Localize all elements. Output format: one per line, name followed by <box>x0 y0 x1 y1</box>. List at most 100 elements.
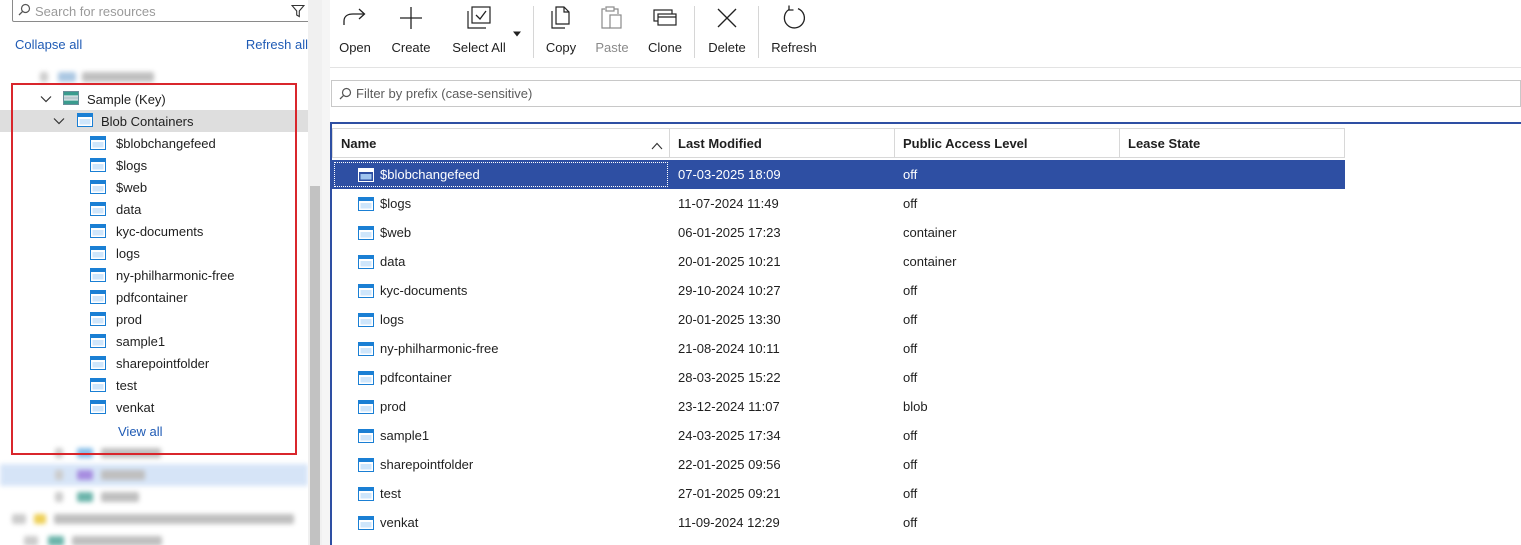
scrollbar-thumb[interactable] <box>310 186 320 545</box>
paste-button[interactable]: Paste <box>594 0 630 62</box>
tree-item-container[interactable]: $logs <box>0 154 308 176</box>
select-all-button[interactable]: Select All <box>448 0 510 62</box>
tree-item-blob-containers[interactable]: Blob Containers <box>0 110 308 132</box>
table-row[interactable]: venkat 11-09-2024 12:29 off <box>332 508 1345 537</box>
view-all-row: View all <box>0 420 308 442</box>
tree-item-container[interactable]: sharepointfolder <box>0 352 308 374</box>
tree-item-label: test <box>116 377 137 393</box>
column-header-label: Last Modified <box>678 135 762 151</box>
cell-lease-state <box>1120 508 1345 537</box>
tree-item-blurred[interactable] <box>0 66 308 88</box>
prefix-filter-box[interactable] <box>331 80 1521 107</box>
toolbar-separator <box>758 6 759 58</box>
copy-button[interactable]: Copy <box>543 0 579 62</box>
table-row[interactable]: logs 20-01-2025 13:30 off <box>332 305 1345 334</box>
cell-name-text: $logs <box>380 196 412 211</box>
search-icon <box>334 87 356 100</box>
table-row[interactable]: $web 06-01-2025 17:23 container <box>332 218 1345 247</box>
chevron-down-icon[interactable] <box>52 114 66 128</box>
table-row[interactable]: prod 23-12-2024 11:07 blob <box>332 392 1345 421</box>
delete-button[interactable]: Delete <box>706 0 748 62</box>
explorer-scrollbar[interactable] <box>308 0 322 545</box>
tree-item-container[interactable]: $blobchangefeed <box>0 132 308 154</box>
select-all-label: Select All <box>452 40 506 55</box>
cell-name-text: kyc-documents <box>380 283 468 298</box>
tree-item-label: venkat <box>116 399 155 415</box>
prefix-filter-input[interactable] <box>356 86 1520 101</box>
cell-lease-state <box>1120 479 1345 508</box>
cell-public-access: off <box>903 486 918 501</box>
clone-button[interactable]: Clone <box>644 0 686 62</box>
blob-container-icon <box>90 202 106 216</box>
containers-grid: Name Last Modified Public Access Level L… <box>330 122 1521 545</box>
cell-public-access: off <box>903 283 918 298</box>
blob-container-icon <box>90 136 106 150</box>
tree-item-label: $logs <box>116 157 148 173</box>
table-row[interactable]: $logs 11-07-2024 11:49 off <box>332 189 1345 218</box>
table-row[interactable]: kyc-documents 29-10-2024 10:27 off <box>332 276 1345 305</box>
tree-item-label: $blobchangefeed <box>116 135 216 151</box>
table-row[interactable]: test 27-01-2025 09:21 off <box>332 479 1345 508</box>
table-row[interactable]: pdfcontainer 28-03-2025 15:22 off <box>332 363 1345 392</box>
tree-item-container[interactable]: ny-philharmonic-free <box>0 264 308 286</box>
cell-name: sharepointfolder <box>332 450 670 479</box>
view-all-link[interactable]: View all <box>118 424 163 439</box>
filter-funnel-icon[interactable] <box>287 0 309 18</box>
clone-icon <box>653 0 677 36</box>
resource-search-input[interactable] <box>35 0 287 19</box>
tree-item-blurred[interactable] <box>0 486 308 508</box>
create-label: Create <box>391 40 431 55</box>
cell-last-modified: 07-03-2025 18:09 <box>678 167 781 182</box>
cell-name-text: logs <box>380 312 404 327</box>
cell-public-access: off <box>903 341 918 356</box>
tree-item-label: sharepointfolder <box>116 355 210 371</box>
resource-search-box[interactable] <box>12 0 310 22</box>
cell-last-modified: 22-01-2025 09:56 <box>678 457 781 472</box>
table-row[interactable]: sharepointfolder 22-01-2025 09:56 off <box>332 450 1345 479</box>
tree-item-container[interactable]: venkat <box>0 396 308 418</box>
refresh-label: Refresh <box>771 40 817 55</box>
create-button[interactable]: Create <box>390 0 432 62</box>
tree-item-container[interactable]: test <box>0 374 308 396</box>
plus-icon <box>399 0 423 36</box>
tree-item-container[interactable]: prod <box>0 308 308 330</box>
refresh-button[interactable]: Refresh <box>770 0 818 62</box>
tree-item-blurred[interactable] <box>0 464 308 486</box>
tree-item-container[interactable]: data <box>0 198 308 220</box>
column-header-label: Lease State <box>1128 135 1201 151</box>
cell-name: venkat <box>332 508 670 537</box>
tree-item-blurred[interactable] <box>0 508 308 530</box>
collapse-all-link[interactable]: Collapse all <box>15 37 82 52</box>
cell-lease-state <box>1120 363 1345 392</box>
toolbar-separator <box>694 6 695 58</box>
tree-item-container[interactable]: sample1 <box>0 330 308 352</box>
column-header-last-modified[interactable]: Last Modified <box>670 128 895 158</box>
cell-name-text: sharepointfolder <box>380 457 474 472</box>
open-arrow-icon <box>342 0 368 36</box>
tree-item-container[interactable]: $web <box>0 176 308 198</box>
chevron-down-icon[interactable] <box>39 92 53 106</box>
tree-item-container[interactable]: logs <box>0 242 308 264</box>
tree-item-container[interactable]: pdfcontainer <box>0 286 308 308</box>
open-button[interactable]: Open <box>336 0 374 62</box>
cell-public-access: off <box>903 312 918 327</box>
table-row[interactable]: ny-philharmonic-free 21-08-2024 10:11 off <box>332 334 1345 363</box>
table-row[interactable]: sample1 24-03-2025 17:34 off <box>332 421 1345 450</box>
tree-item-blurred[interactable] <box>0 530 308 545</box>
table-row[interactable]: data 20-01-2025 10:21 container <box>332 247 1345 276</box>
column-header-name[interactable]: Name <box>332 128 670 158</box>
column-header-public-access[interactable]: Public Access Level <box>895 128 1120 158</box>
blob-container-icon <box>90 290 106 304</box>
splitter[interactable] <box>322 0 330 545</box>
sort-ascending-icon <box>651 138 663 153</box>
refresh-all-link[interactable]: Refresh all <box>246 37 308 52</box>
grid-header: Name Last Modified Public Access Level L… <box>332 128 1345 158</box>
cell-name-text: sample1 <box>380 428 430 443</box>
table-row[interactable]: $blobchangefeed 07-03-2025 18:09 off <box>332 160 1345 189</box>
tree-item-container[interactable]: kyc-documents <box>0 220 308 242</box>
column-header-lease-state[interactable]: Lease State <box>1120 128 1345 158</box>
cell-last-modified: 21-08-2024 10:11 <box>678 341 780 356</box>
select-all-dropdown-icon[interactable] <box>512 25 522 40</box>
tree-item-account[interactable]: Sample (Key) <box>0 88 308 110</box>
tree-item-blurred[interactable] <box>0 442 308 464</box>
